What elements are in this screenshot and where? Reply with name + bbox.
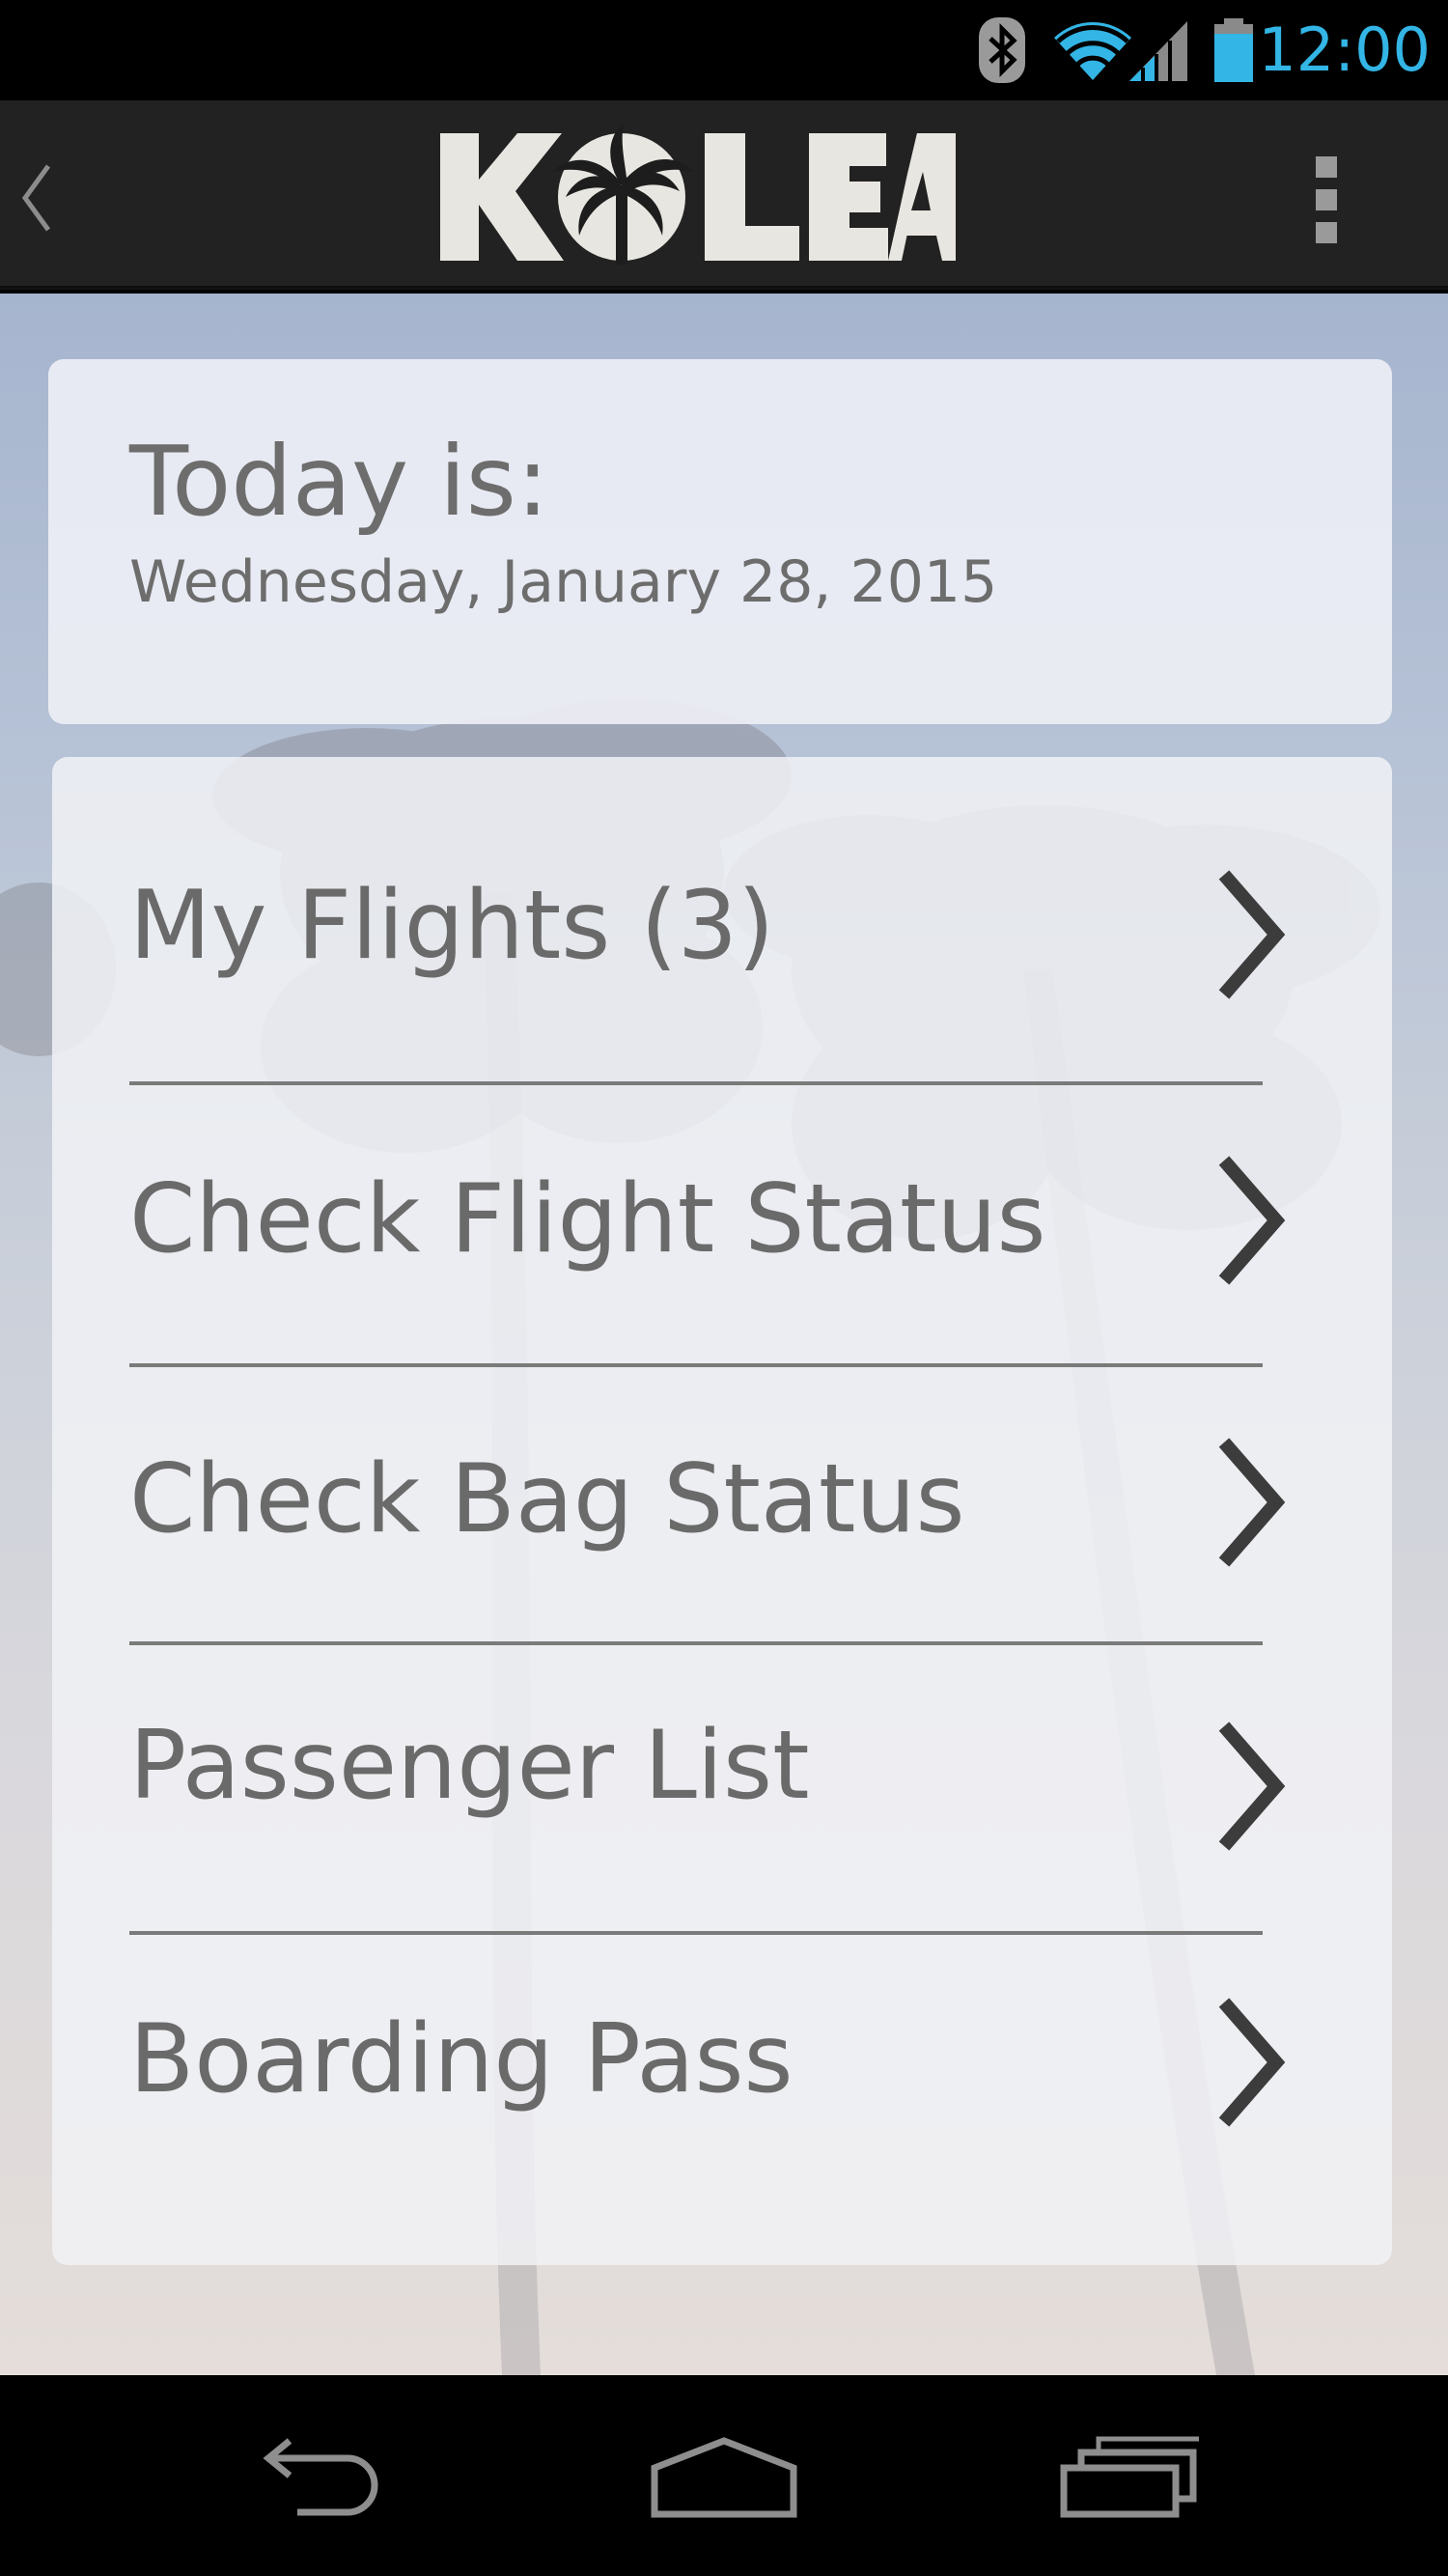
chevron-right-icon	[1218, 1998, 1286, 2127]
overflow-menu-button[interactable]	[1308, 153, 1347, 249]
menu-item-boarding-pass[interactable]: Boarding Pass	[52, 1935, 1392, 2225]
kolea-logo	[434, 116, 956, 270]
up-button[interactable]	[10, 145, 68, 251]
wifi-icon	[1052, 0, 1133, 100]
menu-item-my-flights[interactable]: My Flights (3)	[52, 830, 1392, 1081]
menu-item-label: Boarding Pass	[129, 2004, 794, 2114]
overflow-menu-icon	[1316, 156, 1337, 243]
menu-item-passenger-list[interactable]: Passenger List	[52, 1645, 1392, 1931]
menu-item-check-flight-status[interactable]: Check Flight Status	[52, 1085, 1392, 1363]
menu-item-check-bag-status[interactable]: Check Bag Status	[52, 1367, 1392, 1641]
menu-item-label: Check Flight Status	[129, 1164, 1046, 1274]
today-label: Today is:	[129, 425, 549, 538]
date-card	[48, 359, 1392, 724]
nav-back-button[interactable]	[251, 2433, 386, 2520]
bluetooth-icon	[975, 0, 1029, 100]
menu-item-label: Passenger List	[129, 1711, 810, 1821]
home-icon	[651, 2437, 797, 2518]
nav-recents-button[interactable]	[1058, 2433, 1203, 2520]
battery-icon	[1212, 0, 1255, 100]
chevron-right-icon	[1218, 1722, 1286, 1851]
today-date: Wednesday, January 28, 2015	[129, 548, 998, 616]
menu-item-label: My Flights (3)	[129, 871, 775, 981]
chevron-right-icon	[1218, 1156, 1286, 1285]
back-icon	[263, 2438, 378, 2516]
chevron-left-icon	[21, 164, 51, 232]
status-bar: 12:00	[0, 0, 1448, 100]
clock: 12:00	[1258, 14, 1431, 85]
chevron-right-icon	[1218, 1438, 1286, 1567]
recents-icon	[1060, 2436, 1199, 2518]
menu-item-label: Check Bag Status	[129, 1444, 965, 1554]
cell-signal-icon	[1126, 0, 1191, 100]
chevron-right-icon	[1218, 870, 1286, 999]
nav-home-button[interactable]	[649, 2433, 799, 2520]
action-bar-shadow	[0, 286, 1448, 294]
